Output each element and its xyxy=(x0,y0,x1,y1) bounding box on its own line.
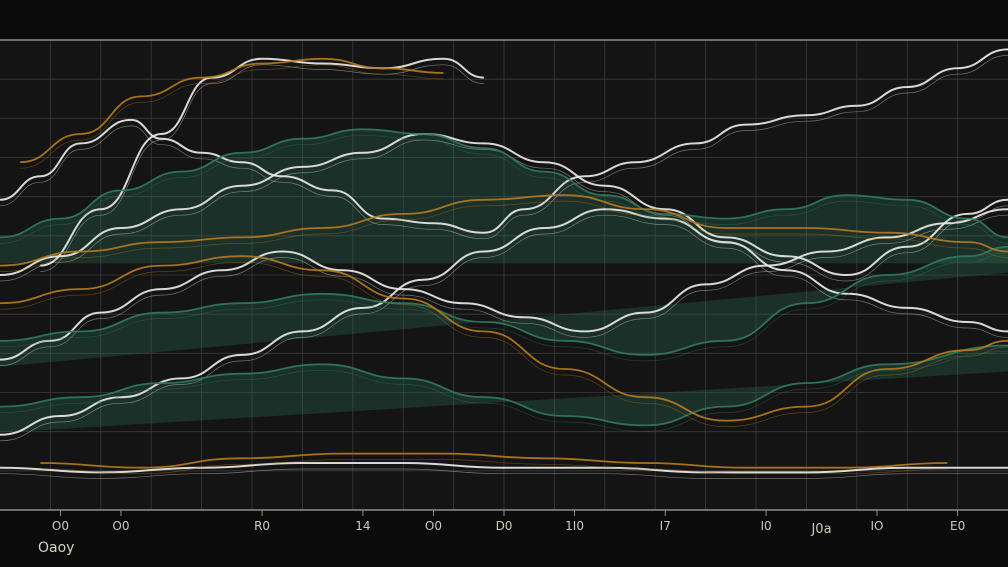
x-tick-label: I7 xyxy=(660,519,671,533)
x-tick-label: 1I0 xyxy=(565,519,584,533)
x-tick-label: R0 xyxy=(254,519,270,533)
x-tick-label: D0 xyxy=(496,519,513,533)
x-tick-label: E0 xyxy=(950,519,965,533)
corner-label: Oaoy xyxy=(38,540,75,556)
x-tick-label: O0 xyxy=(112,519,129,533)
x-extra-label: J0a xyxy=(810,522,831,537)
grid-lines xyxy=(0,40,1008,510)
x-tick-label: O0 xyxy=(425,519,442,533)
x-tick-label: I0 xyxy=(760,519,771,533)
chart-canvas: O0 O0 R0 14 O0 D0 1I0 I7 I0 IO E0 J0a xyxy=(0,0,1008,567)
x-tick-label: O0 xyxy=(52,519,69,533)
x-tick-label: IO xyxy=(870,519,883,533)
x-tick-label: 14 xyxy=(355,519,370,533)
